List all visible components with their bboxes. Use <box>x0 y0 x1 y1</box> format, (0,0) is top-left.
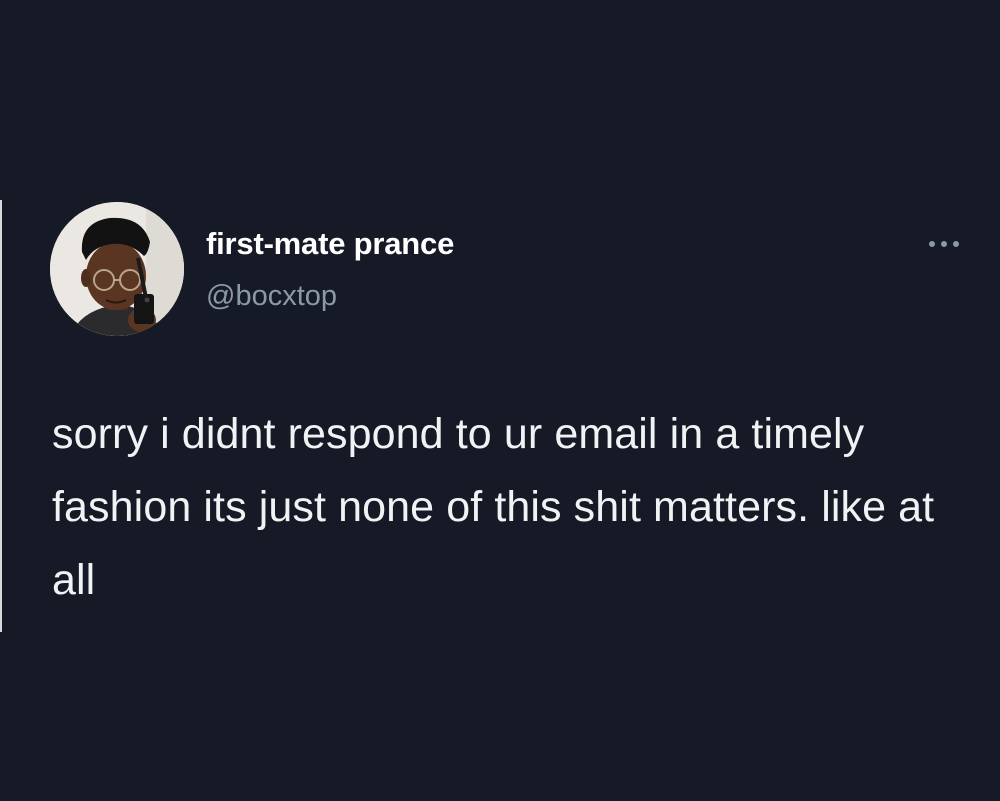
tweet-card: first-mate prance @bocxtop sorry i didnt… <box>0 0 1000 801</box>
user-handle[interactable]: @bocxtop <box>206 280 337 313</box>
profile-photo-icon <box>50 202 184 336</box>
display-name[interactable]: first-mate prance <box>206 226 454 262</box>
tweet-text: sorry i didnt respond to ur email in a t… <box>52 410 935 604</box>
more-options-button[interactable] <box>920 230 968 258</box>
avatar[interactable] <box>50 202 184 336</box>
ellipsis-icon <box>929 241 959 247</box>
